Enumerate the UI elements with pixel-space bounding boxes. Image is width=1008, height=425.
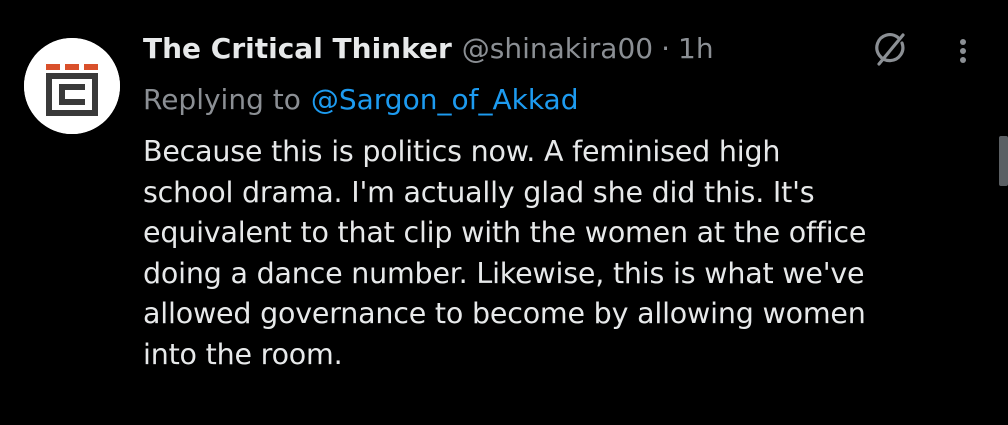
separator-dot: · — [661, 31, 670, 65]
tweet-header: The Critical Thinker @shinakira00 · 1h — [143, 24, 983, 72]
avatar[interactable] — [24, 38, 120, 134]
tweet[interactable]: The Critical Thinker @shinakira00 · 1h R… — [0, 0, 1008, 425]
author-display-name[interactable]: The Critical Thinker — [143, 32, 452, 65]
tweet-body-line: into the room. — [143, 337, 343, 371]
tweet-body-line: Because this is politics now. A feminise… — [143, 135, 781, 168]
tweet-content: The Critical Thinker @shinakira00 · 1h R… — [143, 24, 983, 375]
critical-thinker-logo-icon — [24, 38, 120, 134]
tweet-body-line: allowed governance to become by allowing… — [143, 297, 866, 330]
scrollbar[interactable] — [999, 136, 1008, 186]
replying-to-label: Replying to — [143, 82, 301, 116]
replying-to: Replying to @Sargon_of_Akkad — [143, 76, 983, 122]
tweet-timestamp[interactable]: 1h — [678, 32, 714, 65]
reply-mention-link[interactable]: @Sargon_of_Akkad — [311, 83, 579, 116]
tweet-body-line: doing a dance number. Likewise, this is … — [143, 256, 865, 290]
author-handle[interactable]: @shinakira00 — [462, 32, 653, 65]
grok-icon[interactable] — [870, 29, 910, 69]
tweet-body-line: school drama. I'm actually glad she did … — [143, 175, 815, 209]
more-icon[interactable] — [948, 30, 978, 70]
tweet-body: Because this is politics now. A feminise… — [143, 132, 978, 375]
tweet-body-line: equivalent to that clip with the women a… — [143, 216, 867, 249]
